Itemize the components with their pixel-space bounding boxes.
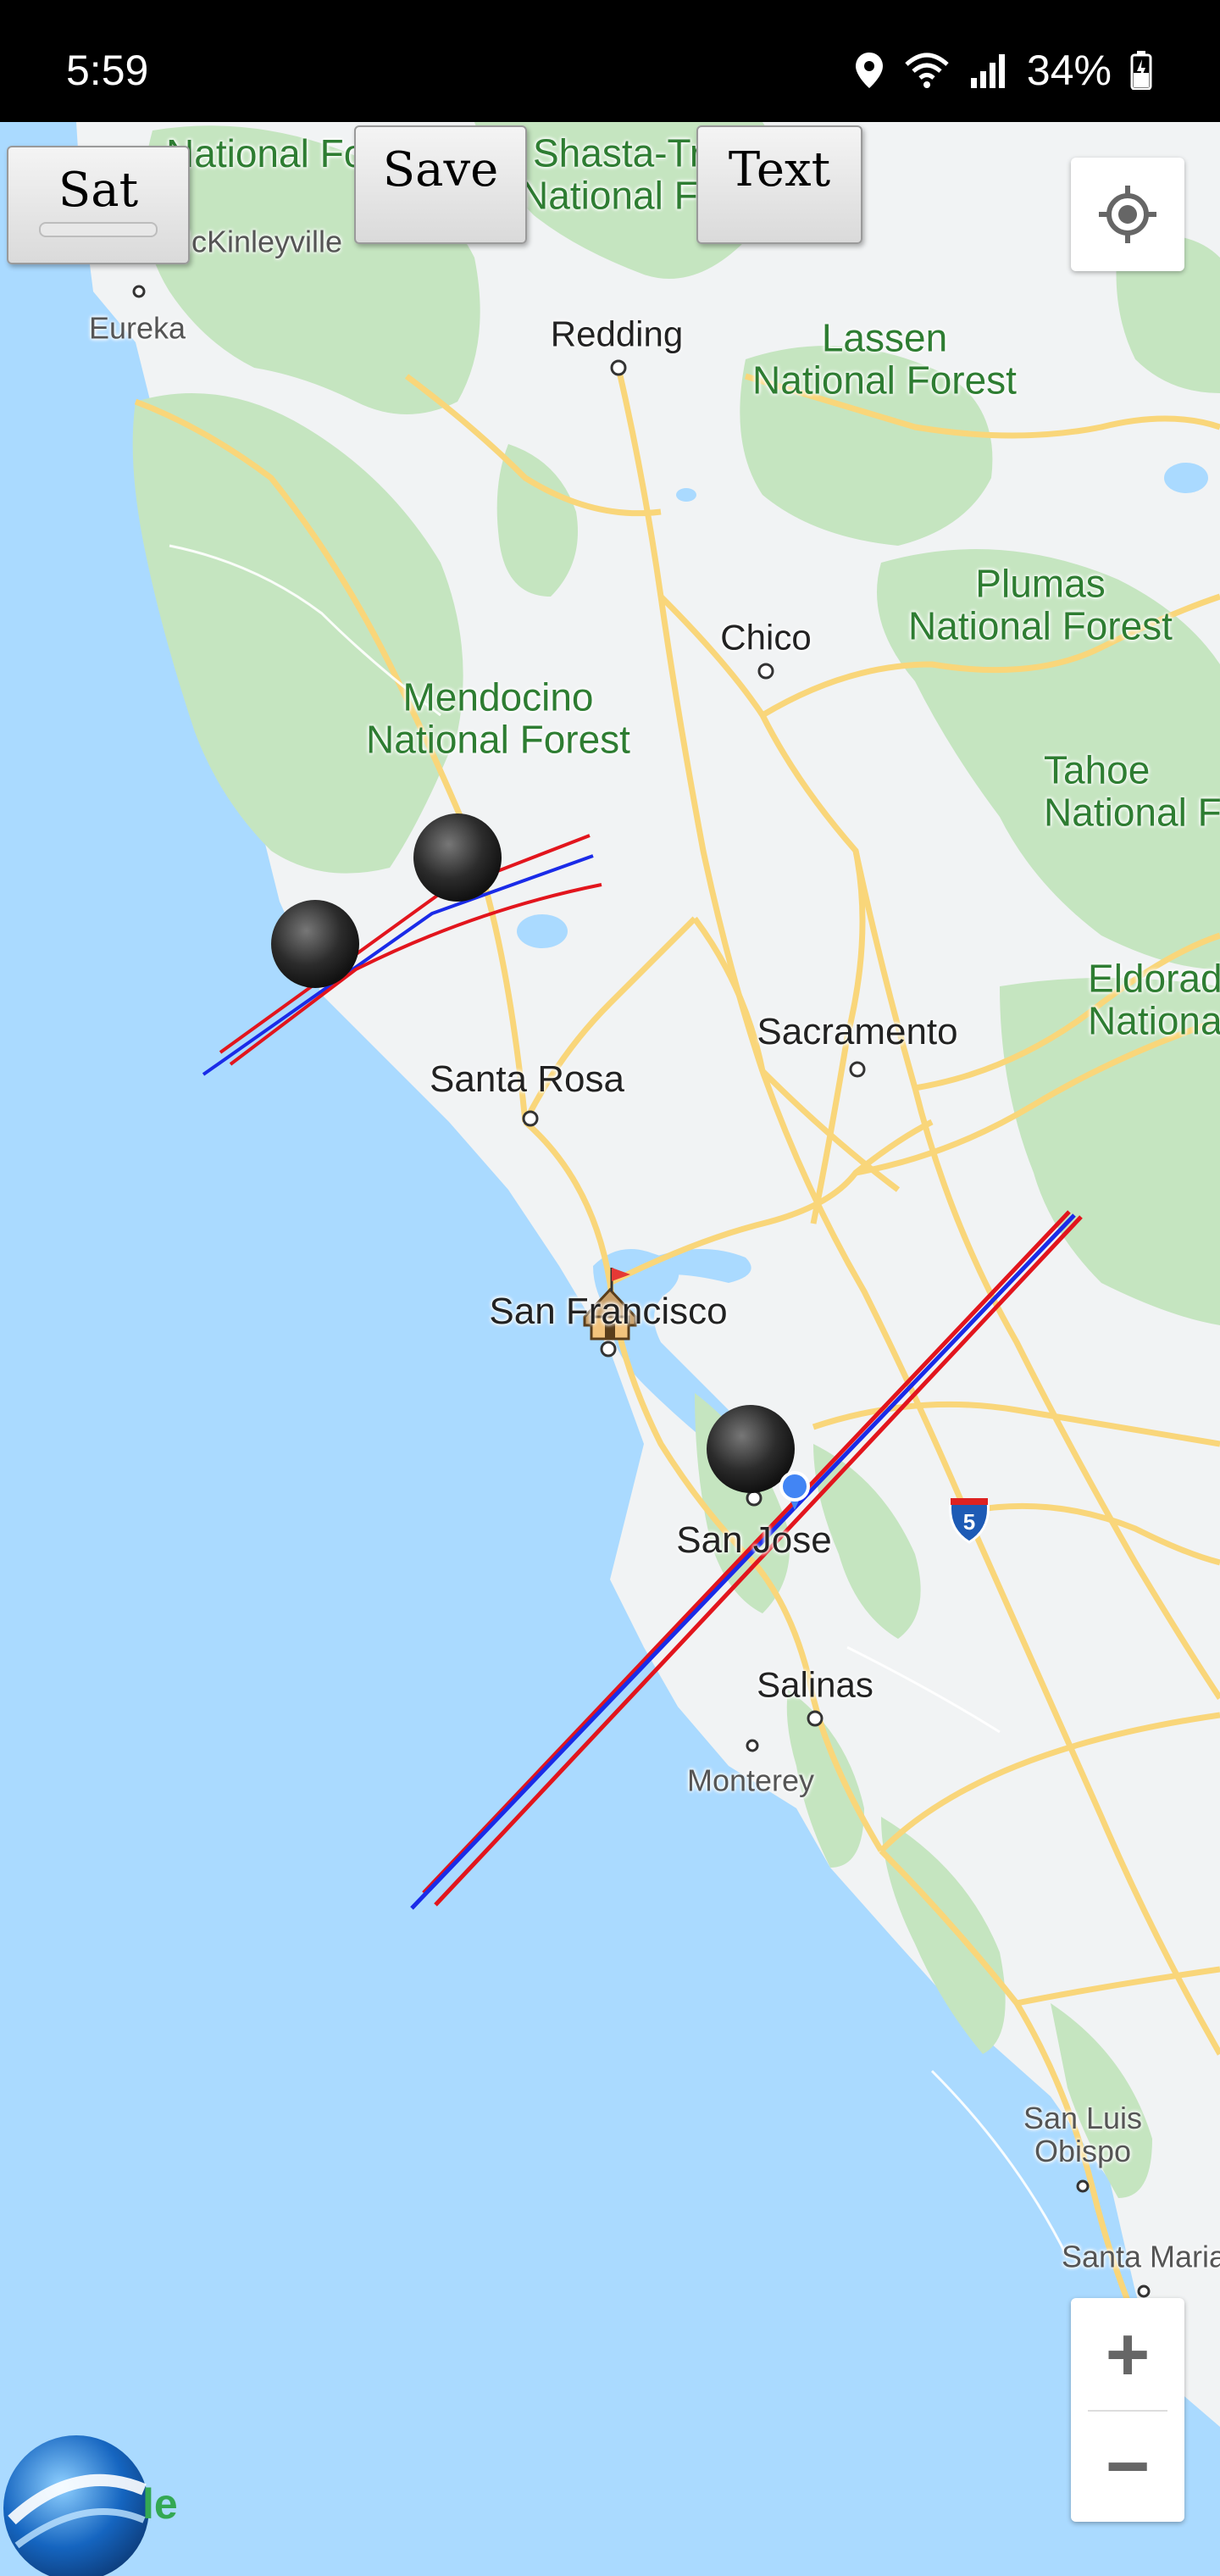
status-time: 5:59 — [66, 47, 149, 94]
forest-label-mendocino: Mendocino National Forest — [366, 675, 630, 761]
save-button[interactable]: Save — [354, 125, 527, 244]
text-button[interactable]: Text — [696, 125, 862, 244]
city-label-sacramento: Sacramento — [757, 1011, 958, 1053]
zoom-controls: + − — [1071, 2298, 1184, 2522]
google-logo-text: le — [142, 2480, 178, 2528]
forest-label-eldorado: Eldorado National Forest — [1088, 956, 1220, 1042]
signal-icon — [969, 51, 1008, 90]
map-view[interactable]: National Forest Shasta-Trinity National … — [0, 122, 1220, 2576]
city-label-santa-rosa: Santa Rosa — [430, 1058, 624, 1101]
status-icons: 34% — [854, 46, 1152, 95]
city-label-san-francisco: San Francisco — [489, 1291, 728, 1333]
moon-marker-1 — [413, 813, 502, 902]
battery-icon — [1130, 51, 1152, 90]
moon-marker-2 — [271, 900, 359, 988]
globe-icon — [3, 2435, 149, 2576]
google-earth-logo[interactable]: le — [0, 2427, 195, 2576]
town-label-san-luis-obispo: San Luis Obispo — [1023, 2101, 1143, 2168]
wifi-icon — [903, 51, 951, 90]
map-canvas[interactable] — [0, 122, 1220, 2576]
town-label-mckinleyville: McKinleyville — [165, 224, 343, 259]
sat-toggle-indicator — [39, 222, 158, 237]
forest-label-tahoe: Tahoe National Forest — [1044, 747, 1220, 834]
my-location-icon — [1099, 186, 1156, 243]
sat-button-label: Sat — [58, 163, 139, 218]
city-label-chico: Chico — [720, 617, 812, 658]
battery-text: 34% — [1026, 47, 1112, 94]
forest-label-plumas: Plumas National Forest — [908, 561, 1173, 647]
town-label-monterey: Monterey — [686, 1763, 815, 1798]
location-icon — [854, 51, 884, 90]
save-button-label: Save — [382, 142, 499, 197]
city-label-salinas: Salinas — [757, 1664, 873, 1705]
my-location-button[interactable] — [1071, 158, 1184, 271]
text-button-label: Text — [728, 142, 831, 197]
sat-toggle-button[interactable]: Sat — [7, 146, 190, 264]
city-label-redding: Redding — [550, 314, 684, 354]
status-bar: 5:59 34% — [0, 0, 1220, 122]
city-label-san-jose: San Jose — [676, 1519, 832, 1562]
town-label-santa-maria: Santa Maria — [1061, 2239, 1220, 2274]
interstate-shield-number: 5 — [962, 1508, 976, 1535]
town-label-eureka: Eureka — [88, 310, 186, 346]
zoom-out-button[interactable]: − — [1071, 2412, 1184, 2522]
forest-label-lassen: Lassen National Forest — [752, 315, 1017, 402]
zoom-in-button[interactable]: + — [1071, 2300, 1184, 2410]
